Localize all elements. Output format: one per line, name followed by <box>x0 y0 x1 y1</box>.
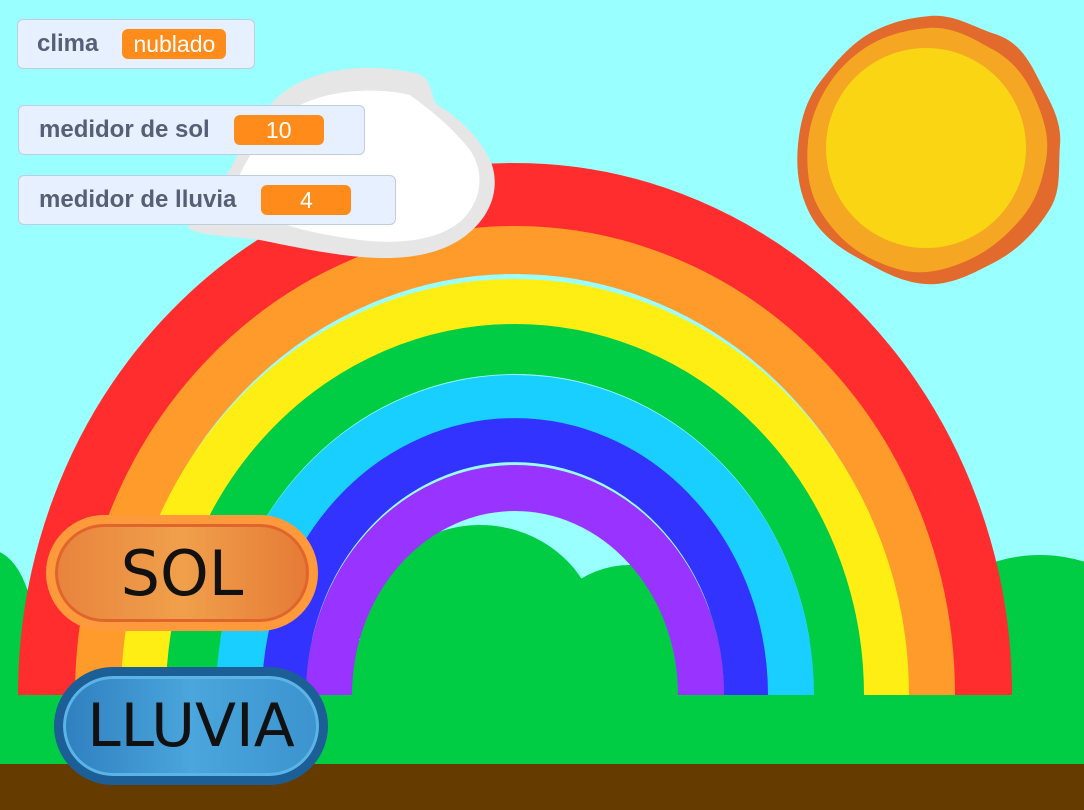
sol-button[interactable]: SOL <box>46 515 318 631</box>
monitor-sol-value: 10 <box>233 115 324 145</box>
monitor-clima: clima nublado <box>17 19 255 69</box>
monitor-lluvia-value: 4 <box>261 185 352 215</box>
lluvia-button[interactable]: LLUVIA <box>54 667 328 785</box>
monitor-sol-label: medidor de sol <box>39 116 210 143</box>
monitor-clima-value: nublado <box>122 29 227 59</box>
lluvia-button-label: LLUVIA <box>87 691 295 761</box>
monitor-medidor-sol: medidor de sol 10 <box>18 105 365 155</box>
sol-button-label: SOL <box>120 536 244 610</box>
monitor-lluvia-label: medidor de lluvia <box>39 186 237 213</box>
monitor-medidor-lluvia: medidor de lluvia 4 <box>18 175 396 225</box>
monitor-clima-label: clima <box>37 30 99 57</box>
stage: clima nublado medidor de sol 10 medidor … <box>0 0 1084 810</box>
